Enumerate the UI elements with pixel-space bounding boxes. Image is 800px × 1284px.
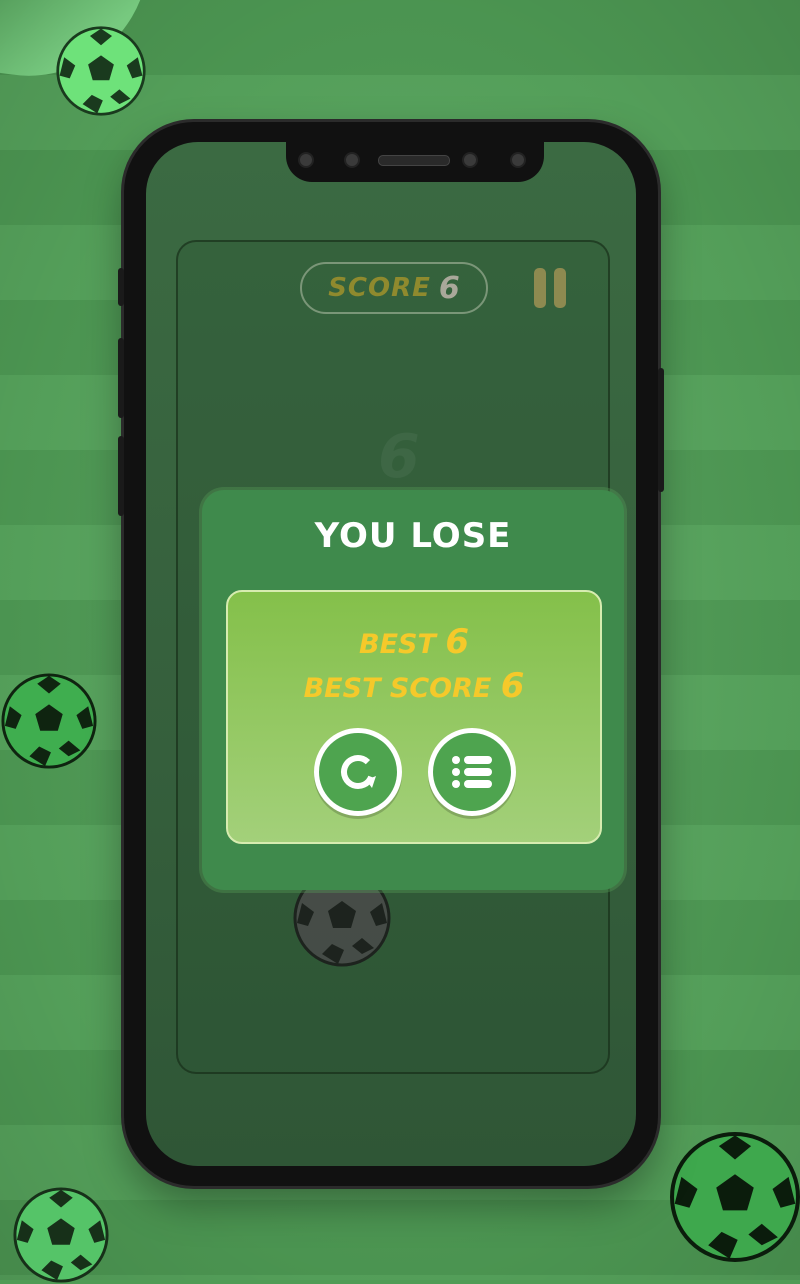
- game-over-dialog: YOU LOSE BEST 6 BEST SCORE 6: [202, 490, 624, 890]
- soccer-ball-icon: [668, 1130, 800, 1264]
- sensor-icon: [298, 152, 314, 168]
- score-display: SCORE 6: [300, 262, 488, 314]
- restart-button[interactable]: [314, 728, 402, 816]
- phone-power-button: [658, 368, 664, 492]
- best-score-stat: BEST SCORE 6: [228, 666, 600, 706]
- list-icon: [450, 752, 494, 792]
- background-score-ghost: 6: [378, 422, 420, 492]
- phone-frame: SCORE 6 6 YOU LOSE BEST 6 BEST SCORE 6: [118, 122, 664, 1186]
- best-value: 6: [445, 622, 469, 662]
- best-label: BEST: [359, 629, 436, 660]
- pause-button[interactable]: [528, 268, 572, 308]
- soccer-ball-icon: [0, 672, 98, 770]
- phone-volume-up: [118, 338, 124, 418]
- game-scene: SCORE 6 6 YOU LOSE BEST 6 BEST SCORE 6: [0, 0, 800, 1283]
- game-screen: SCORE 6 6 YOU LOSE BEST 6 BEST SCORE 6: [146, 142, 636, 1166]
- camera-icon: [344, 152, 360, 168]
- phone-side-button: [118, 268, 124, 306]
- results-panel: BEST 6 BEST SCORE 6: [226, 590, 602, 844]
- score-value: 6: [438, 270, 460, 306]
- dialog-title: YOU LOSE: [314, 516, 512, 556]
- sensor-icon: [510, 152, 526, 168]
- best-score-label: BEST SCORE: [303, 673, 492, 704]
- best-stat: BEST 6: [228, 622, 600, 662]
- menu-button[interactable]: [428, 728, 516, 816]
- restart-icon: [336, 750, 380, 794]
- pause-icon: [554, 268, 566, 308]
- camera-icon: [462, 152, 478, 168]
- score-label: SCORE: [328, 273, 431, 303]
- phone-notch: [286, 142, 544, 182]
- soccer-ball-icon: [55, 25, 147, 117]
- pause-icon: [534, 268, 546, 308]
- phone-volume-down: [118, 436, 124, 516]
- soccer-ball-icon: [12, 1186, 110, 1284]
- best-score-value: 6: [500, 666, 525, 706]
- earpiece-speaker: [378, 155, 450, 166]
